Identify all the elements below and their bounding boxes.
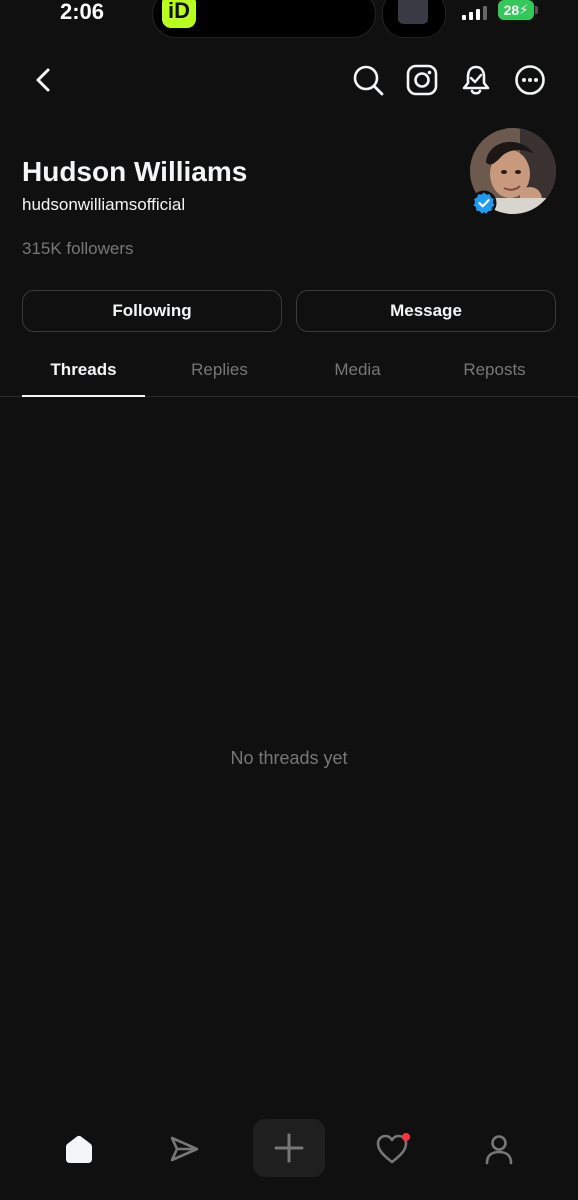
status-time: 2:06 — [60, 0, 105, 24]
active-tab-indicator — [22, 395, 145, 397]
more-options-icon — [515, 65, 545, 95]
live-activity-app-icon: iD — [162, 0, 196, 28]
nav-activity[interactable] — [359, 1120, 429, 1178]
nav-profile[interactable] — [464, 1120, 534, 1178]
battery-level: 28 — [503, 2, 520, 18]
tab-replies[interactable]: Replies — [158, 360, 281, 396]
tab-media[interactable]: Media — [296, 360, 419, 396]
notification-bell-icon — [462, 65, 490, 95]
instagram-icon — [406, 64, 438, 96]
media-thumbnail — [398, 0, 428, 24]
nav-messages[interactable] — [149, 1120, 219, 1178]
activity-heart-icon — [376, 1133, 410, 1164]
battery-tip — [535, 6, 538, 14]
more-options-button[interactable] — [513, 63, 547, 97]
back-button[interactable] — [26, 63, 60, 97]
notification-dot — [402, 1133, 410, 1141]
battery-icon: 28 ⚡ — [498, 0, 534, 20]
tab-threads[interactable]: Threads — [22, 360, 145, 396]
empty-feed-message: No threads yet — [230, 748, 348, 768]
back-icon — [36, 68, 50, 92]
nav-home[interactable] — [44, 1120, 114, 1178]
home-icon — [66, 1135, 92, 1163]
message-button[interactable]: Message — [296, 290, 556, 332]
profile-name: Hudson Williams — [22, 156, 248, 187]
cellular-signal-icon — [462, 4, 488, 20]
verified-badge-icon — [471, 190, 497, 216]
send-icon — [170, 1136, 199, 1162]
nav-create[interactable] — [253, 1119, 325, 1177]
profile-handle: hudsonwilliamsofficial — [22, 195, 186, 214]
profile-icon — [485, 1135, 513, 1165]
create-icon — [274, 1133, 304, 1163]
instagram-button[interactable] — [405, 63, 439, 97]
charging-bolt-icon: ⚡ — [519, 2, 529, 17]
search-icon — [353, 65, 384, 96]
following-button[interactable]: Following — [22, 290, 282, 332]
tab-reposts[interactable]: Reposts — [433, 360, 556, 396]
search-button[interactable] — [351, 63, 385, 97]
followers-count[interactable]: 315K followers — [22, 239, 134, 259]
notifications-button[interactable] — [459, 63, 493, 97]
